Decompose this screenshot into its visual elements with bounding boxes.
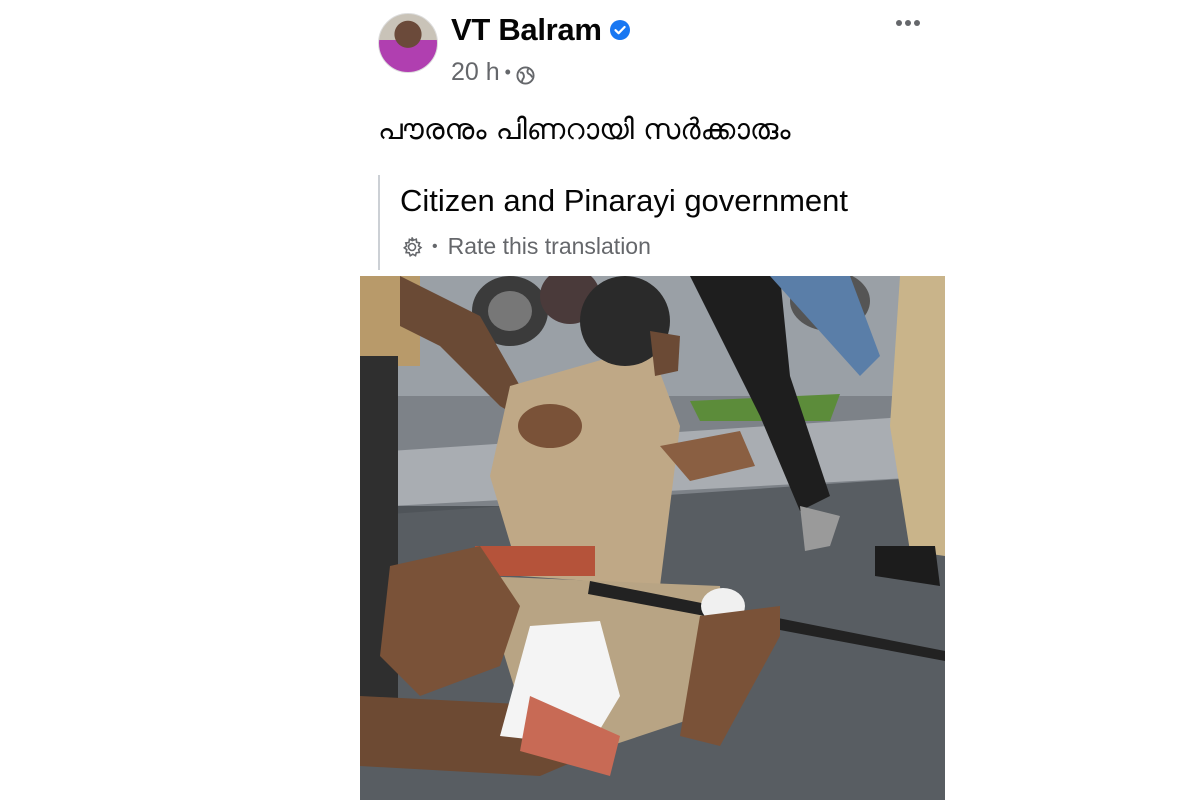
post-text: പൗരനും പിണറായി സർക്കാരും xyxy=(378,112,791,146)
verified-badge-icon xyxy=(609,20,630,40)
meta-separator: • xyxy=(504,62,511,82)
author-avatar[interactable] xyxy=(378,13,438,73)
gear-icon[interactable] xyxy=(400,235,424,259)
translation-block: Citizen and Pinarayi government • Rate t… xyxy=(378,175,848,270)
rate-translation-row: • Rate this translation xyxy=(400,233,848,260)
more-options-icon[interactable] xyxy=(893,12,923,34)
post-photo[interactable] xyxy=(360,276,945,800)
post-card: VT Balram 20 h • പൗരനും പിണറായി സർക്കാരു… xyxy=(0,0,1200,800)
globe-icon[interactable] xyxy=(516,63,535,85)
author-row: VT Balram xyxy=(451,12,630,48)
translated-text: Citizen and Pinarayi government xyxy=(400,183,849,218)
rate-translation-link[interactable]: Rate this translation xyxy=(448,233,651,260)
author-name[interactable]: VT Balram xyxy=(451,12,602,48)
post-meta: 20 h • xyxy=(451,58,535,87)
rate-separator: • xyxy=(432,237,438,255)
post-timestamp[interactable]: 20 h xyxy=(451,58,500,87)
